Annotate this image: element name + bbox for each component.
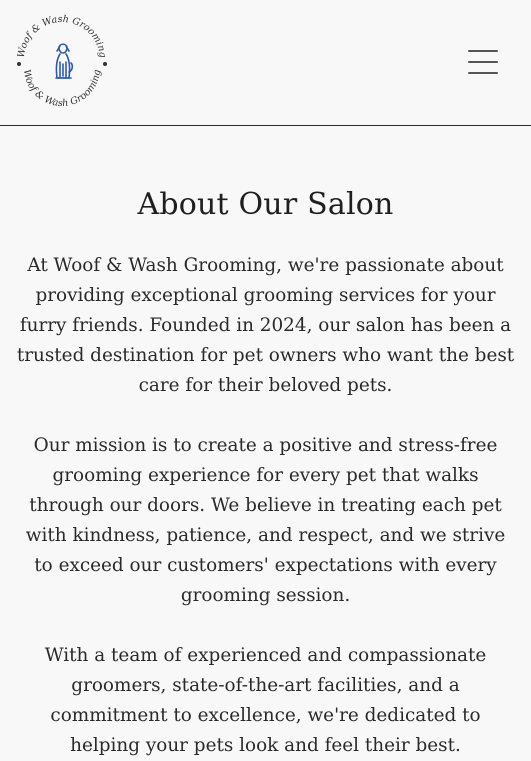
site-header: Woof & Wash Grooming Woof & Wash Groomin… [0, 0, 531, 126]
about-paragraph-intro: At Woof & Wash Grooming, we're passionat… [16, 255, 515, 396]
hamburger-line [468, 61, 498, 63]
svg-text:Woof & Wash Grooming: Woof & Wash Grooming [16, 14, 108, 59]
about-section: About Our Salon At Woof & Wash Grooming,… [0, 127, 531, 761]
logo-text-bottom: Woof & Wash Grooming [21, 69, 103, 109]
page-title: About Our Salon [137, 187, 394, 222]
hamburger-line [468, 72, 498, 74]
svg-text:Woof & Wash Grooming: Woof & Wash Grooming [21, 69, 103, 109]
hamburger-menu-icon [468, 50, 498, 52]
salon-logo[interactable]: Woof & Wash Grooming Woof & Wash Groomin… [12, 12, 112, 114]
logo-graphic: Woof & Wash Grooming Woof & Wash Groomin… [16, 14, 108, 109]
dog-icon [55, 43, 74, 79]
about-paragraph-mission: Our mission is to create a positive and … [25, 435, 506, 606]
logo-text-top: Woof & Wash Grooming [16, 14, 108, 59]
about-paragraph-team: With a team of experienced and compassio… [44, 645, 487, 756]
menu-toggle-button[interactable] [462, 44, 506, 82]
